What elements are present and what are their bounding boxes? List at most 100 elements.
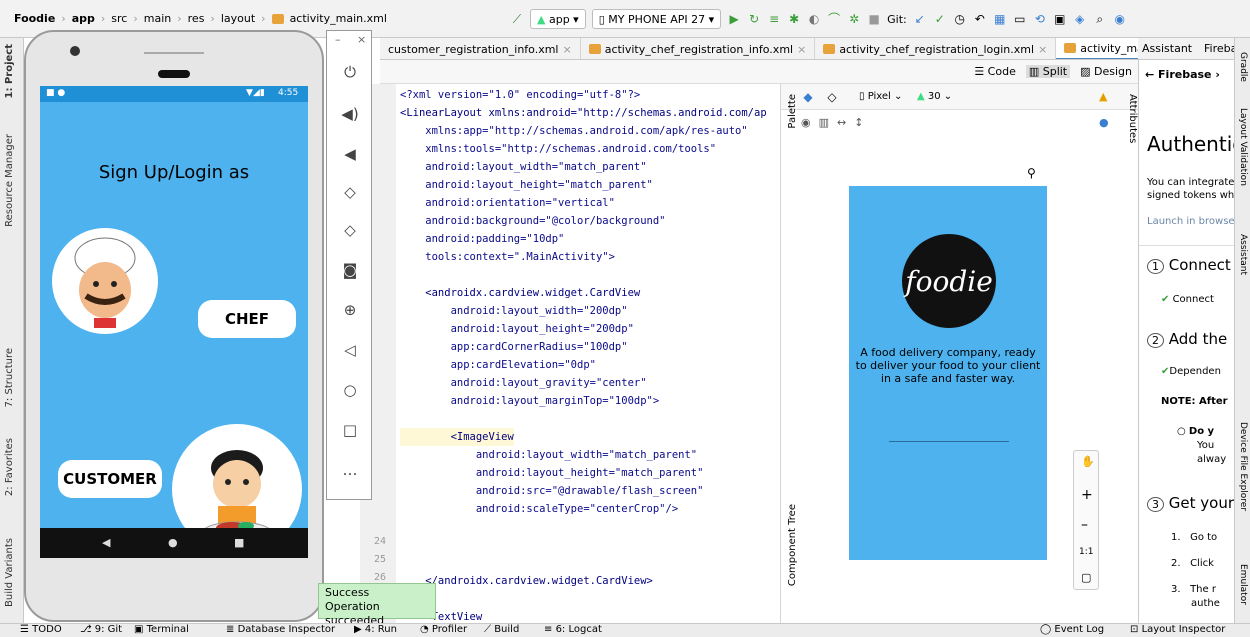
tab-chef-registration-login[interactable]: activity_chef_registration_login.xml × — [815, 38, 1057, 59]
git-rollback-icon[interactable]: ↶ — [973, 12, 987, 26]
customer-button[interactable]: CUSTOMER — [58, 460, 162, 498]
rotate-left-icon[interactable]: ◇ — [327, 183, 373, 201]
xml-code-editor[interactable]: <?xml version="1.0" encoding="utf-8"?> <… — [400, 84, 770, 623]
pan-icon[interactable]: ✋ — [1081, 455, 1095, 468]
assistant-panel-tab[interactable]: Assistant — [1142, 42, 1192, 55]
event-log-tab[interactable]: ◯ Event Log — [1040, 624, 1104, 635]
power-icon[interactable]: ⏻ — [327, 63, 373, 81]
api-level-select[interactable]: ▲ 30 ⌄ — [917, 91, 952, 102]
crumb-app[interactable]: app — [72, 12, 95, 25]
grid-icon[interactable]: ▥ — [819, 116, 829, 129]
logcat-tab[interactable]: ≡ 6: Logcat — [544, 624, 602, 635]
build-tab[interactable]: ⟋ Build — [484, 624, 519, 635]
launch-browser-link[interactable]: Launch in browse — [1147, 216, 1235, 227]
resize-horizontal-icon[interactable]: ↔ — [837, 116, 846, 129]
profiler-tab[interactable]: ◔ Profiler — [420, 624, 467, 635]
help-icon[interactable]: ● — [1099, 116, 1109, 129]
chef-button[interactable]: CHEF — [198, 300, 296, 338]
warning-icon[interactable]: ▲ — [1099, 90, 1107, 103]
zoom-icon[interactable]: ⊕ — [327, 301, 373, 319]
sdk-manager-icon[interactable]: ▦ — [993, 12, 1007, 26]
back-icon[interactable]: ◁ — [327, 341, 373, 359]
zoom-actual-button[interactable]: 1:1 — [1079, 547, 1093, 557]
zoom-out-icon[interactable]: – — [1081, 517, 1088, 533]
crumb-res[interactable]: res — [188, 12, 205, 25]
more-icon[interactable]: … — [327, 461, 373, 479]
volume-down-icon[interactable]: ◀ — [327, 145, 373, 163]
nav-back-icon[interactable]: ◀ — [102, 536, 110, 549]
crumb-layout[interactable]: layout — [221, 12, 255, 25]
overview-icon[interactable]: □ — [327, 421, 373, 439]
git-history-icon[interactable]: ◷ — [953, 12, 967, 26]
close-icon[interactable]: × — [562, 43, 571, 56]
crumb-file[interactable]: activity_main.xml — [290, 12, 387, 25]
pin-icon[interactable]: ⚲ — [1027, 166, 1036, 180]
camera-icon[interactable]: ◙ — [327, 261, 373, 279]
account-icon[interactable]: ◉ — [1113, 12, 1127, 26]
profile-icon[interactable]: ⌒ — [827, 12, 841, 26]
hammer-icon[interactable]: ⟋ — [510, 12, 524, 26]
crumb-main[interactable]: main — [144, 12, 171, 25]
eye-icon[interactable]: ◉ — [801, 116, 811, 129]
layout-preview[interactable]: foodie A food delivery company, ready to… — [849, 186, 1047, 560]
build-variants-tab[interactable]: Build Variants — [4, 538, 15, 607]
stop-icon[interactable]: ■ — [867, 12, 881, 26]
git-commit-icon[interactable]: ✓ — [933, 12, 947, 26]
home-icon[interactable]: ○ — [327, 381, 373, 399]
close-icon[interactable]: × — [357, 33, 366, 46]
layout-validation-tab[interactable]: Layout Validation — [1238, 108, 1248, 186]
database-inspector-tab[interactable]: ≣ Database Inspector — [226, 624, 335, 635]
coverage-icon[interactable]: ◐ — [807, 12, 821, 26]
device-manager-icon[interactable]: ▣ — [1053, 12, 1067, 26]
rotate-right-icon[interactable]: ◇ — [327, 221, 373, 239]
device-preview-select[interactable]: ▯ Pixel ⌄ — [859, 91, 902, 102]
attributes-tab[interactable]: Attributes — [1127, 94, 1138, 143]
apply-code-icon[interactable]: ≡ — [767, 12, 781, 26]
zoom-fit-icon[interactable]: ▢ — [1081, 571, 1091, 584]
resource-manager-tab[interactable]: Resource Manager — [4, 134, 15, 227]
layout-inspector-tab[interactable]: ⊡ Layout Inspector — [1130, 624, 1225, 635]
volume-up-icon[interactable]: ◀) — [327, 105, 373, 123]
phone-screen[interactable]: ■ ● ▼◢▮ 4:55 Sign Up/Login as CHEF CUSTO… — [40, 86, 308, 558]
resize-vertical-icon[interactable]: ↕ — [854, 116, 863, 129]
attach-debugger-icon[interactable]: ✲ — [847, 12, 861, 26]
nav-home-icon[interactable]: ● — [168, 536, 178, 549]
close-icon[interactable]: × — [797, 43, 806, 56]
gradle-tab[interactable]: Gradle — [1238, 52, 1248, 82]
code-mode-button[interactable]: ☰ Code — [974, 65, 1016, 78]
crumb-src[interactable]: src — [111, 12, 127, 25]
terminal-tab[interactable]: ▣ Terminal — [134, 624, 189, 635]
debug-icon[interactable]: ✱ — [787, 12, 801, 26]
sync-gradle-icon[interactable]: ⟲ — [1033, 12, 1047, 26]
assistant-icon[interactable]: ◈ — [1073, 12, 1087, 26]
close-icon[interactable]: × — [1038, 43, 1047, 56]
run-tab[interactable]: ▶ 4: Run — [354, 624, 397, 635]
run-config-select[interactable]: ▲ app ▾ — [530, 9, 586, 29]
project-tool-tab[interactable]: 1: Project — [4, 44, 15, 99]
run-icon[interactable]: ▶ — [727, 12, 741, 26]
todo-tab[interactable]: ☰ TODO — [20, 624, 62, 635]
nav-recents-icon[interactable]: ■ — [234, 536, 244, 549]
layers-icon[interactable]: ◆ — [801, 90, 815, 104]
zoom-in-icon[interactable]: + — [1081, 487, 1093, 503]
favorites-tab[interactable]: 2: Favorites — [4, 438, 15, 496]
git-tab[interactable]: ⎇ 9: Git — [80, 624, 122, 635]
palette-tab[interactable]: Palette — [787, 94, 798, 129]
tab-customer-registration[interactable]: customer_registration_info.xml × — [380, 38, 581, 59]
assistant-side-tab[interactable]: Assistant — [1238, 234, 1248, 275]
search-icon[interactable]: ⌕ — [1093, 12, 1107, 26]
component-tree-tab[interactable]: Component Tree — [787, 504, 798, 586]
git-update-icon[interactable]: ↙ — [913, 12, 927, 26]
structure-tab[interactable]: 7: Structure — [4, 348, 15, 407]
tab-chef-registration-info[interactable]: activity_chef_registration_info.xml × — [581, 38, 816, 59]
firebase-back-link[interactable]: ← Firebase › — [1145, 68, 1220, 81]
device-file-explorer-tab[interactable]: Device File Explorer — [1238, 422, 1248, 511]
firebase-panel-tab[interactable]: Firebas — [1204, 42, 1234, 55]
avd-manager-icon[interactable]: ▭ — [1013, 12, 1027, 26]
blueprint-icon[interactable]: ◇ — [825, 90, 839, 104]
minimize-icon[interactable]: – — [335, 33, 341, 46]
split-mode-button[interactable]: ▥ Split — [1025, 65, 1071, 78]
emulator-tab[interactable]: Emulator — [1238, 564, 1248, 605]
tab-activity-main[interactable]: activity_main.xml× — [1056, 38, 1138, 59]
design-mode-button[interactable]: ▨ Design — [1080, 65, 1132, 78]
